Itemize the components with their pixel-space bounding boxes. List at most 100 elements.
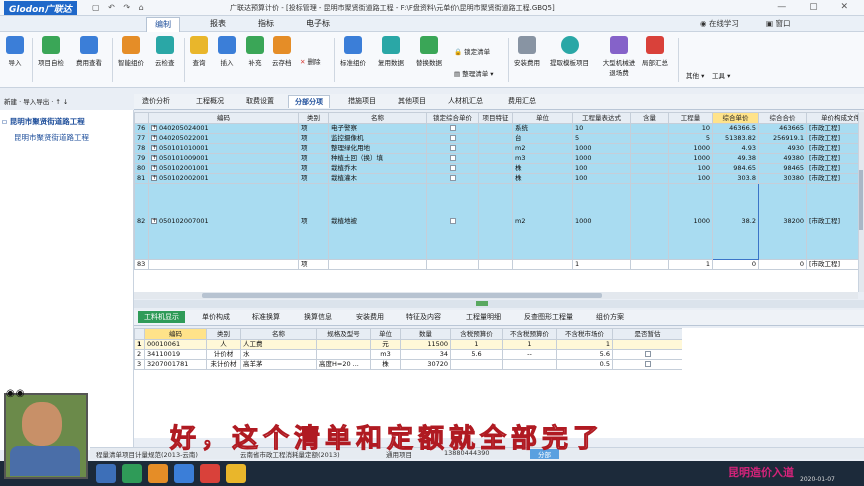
cell-qty[interactable]: 1000	[668, 143, 713, 154]
taskbar-app-icon[interactable]	[226, 464, 246, 483]
cell-unit[interactable]: 台	[512, 133, 573, 144]
cell-name[interactable]: 栽植灌木	[328, 173, 427, 184]
col-header-code[interactable]: 编码	[144, 328, 207, 340]
replace-data-button[interactable]: 替换数据	[416, 36, 442, 67]
cell-features[interactable]	[478, 123, 513, 134]
lock-checkbox[interactable]	[449, 145, 456, 151]
cell-market-price[interactable]: 1	[556, 339, 613, 350]
cell-price-incl[interactable]: 1	[450, 339, 503, 350]
col-header-content[interactable]: 含量	[630, 112, 669, 124]
cell-market-price[interactable]: 0.5	[556, 359, 613, 370]
cell-price-excl[interactable]: 1	[502, 339, 557, 350]
cell-code[interactable]: +050102002001	[148, 173, 299, 184]
cell-content[interactable]	[630, 163, 669, 174]
expand-icon[interactable]: +	[151, 165, 157, 171]
cell-qty[interactable]: 34	[400, 349, 451, 360]
cell-price[interactable]: 49.38	[712, 153, 759, 164]
cell-provisional[interactable]	[612, 359, 683, 370]
lock-checkbox[interactable]	[449, 165, 456, 171]
cell-content[interactable]	[630, 143, 669, 154]
lock-list-button[interactable]: 🔒 锁定清单	[454, 46, 490, 56]
cell-price-active[interactable]: 38.2	[712, 183, 759, 260]
online-learning-button[interactable]: ◉ 在线学习	[700, 18, 739, 29]
cell-price[interactable]: 46366.5	[712, 123, 759, 134]
col-header-tax-inclusive-price[interactable]: 含税预算价	[450, 328, 503, 340]
col-header-code[interactable]: 编码	[148, 112, 299, 124]
table-row[interactable]: 1 00010061 人 人工费 元 11500 1 1 1	[134, 339, 683, 350]
window-menu[interactable]: ▣ 窗口	[766, 18, 790, 29]
lock-checkbox[interactable]	[449, 218, 456, 224]
browser-icon[interactable]	[174, 464, 194, 483]
cell-type[interactable]: 项	[298, 183, 329, 260]
install-fee-button[interactable]: 安装费用	[514, 36, 540, 67]
tab-measures[interactable]: 措施项目	[348, 96, 376, 106]
cell-features[interactable]	[478, 133, 513, 144]
tab-features-content[interactable]: 特征及内容	[406, 312, 441, 322]
table-row[interactable]: 3 3207001781 未计价材 高羊茅 高度H=20 ... 株 30720…	[134, 359, 683, 370]
tab-standard-conversion[interactable]: 标准换算	[252, 312, 280, 322]
cell-code[interactable]: 3207001781	[144, 359, 207, 370]
col-header-type[interactable]: 类别	[206, 328, 241, 340]
expand-icon[interactable]: +	[151, 155, 157, 161]
table-row[interactable]: 81 +050102002001 项 栽植灌木 株 100 100 303.8 …	[134, 173, 858, 184]
cell-type[interactable]: 项	[298, 143, 329, 154]
partial-summary-button[interactable]: 局部汇总	[642, 36, 668, 67]
cell-content[interactable]	[630, 183, 669, 260]
lock-checkbox[interactable]	[449, 175, 456, 181]
col-header-quantity[interactable]: 工程量	[668, 112, 713, 124]
table-row[interactable]: 77 +040205022001 项 监控摄像机 台 5 5 51383.82 …	[134, 133, 858, 144]
tab-labor-material-summary[interactable]: 人材机汇总	[448, 96, 483, 106]
cell-price-excl[interactable]	[502, 359, 557, 370]
fee-view-button[interactable]: 费用查看	[76, 36, 102, 67]
quick-access-icons[interactable]: ▢ ↶ ↷ ⌂	[92, 3, 147, 12]
col-header-tax-exclusive-price[interactable]: 不含税预算价	[502, 328, 557, 340]
cloud-archive-button[interactable]: 云存档	[272, 36, 292, 67]
cell-lock[interactable]	[426, 143, 479, 154]
col-header-features[interactable]: 项目特征	[478, 112, 513, 124]
cell-expr[interactable]: 100	[572, 163, 631, 174]
cell-features[interactable]	[478, 183, 513, 260]
table-row[interactable]: 79 +050101009001 项 种植土回（换）填 m3 1000 1000…	[134, 153, 858, 164]
tools-menu[interactable]: 工具 ▾	[712, 70, 730, 80]
cell-expr[interactable]: 100	[572, 173, 631, 184]
col-header-total-price[interactable]: 综合合价	[758, 112, 807, 124]
lock-checkbox[interactable]	[449, 135, 456, 141]
cell-lock[interactable]	[426, 133, 479, 144]
col-header-spec[interactable]: 规格及型号	[316, 328, 371, 340]
tab-quantity-detail[interactable]: 工程量明细	[466, 312, 501, 322]
cell-type[interactable]: 未计价材	[206, 359, 241, 370]
cell-price[interactable]: 4.93	[712, 143, 759, 154]
cell-file[interactable]: [市政工程]	[806, 173, 858, 184]
col-header-unit-price[interactable]: 综合单价	[712, 112, 759, 124]
cell-qty[interactable]: 1000	[668, 183, 713, 260]
col-header-market-price[interactable]: 不含税市场价	[556, 328, 613, 340]
cell-type[interactable]: 项	[298, 163, 329, 174]
taskbar-app-icon[interactable]	[200, 464, 220, 483]
cell-price[interactable]: 51383.82	[712, 133, 759, 144]
cell-type[interactable]: 计价材	[206, 349, 241, 360]
cell-provisional[interactable]	[612, 339, 683, 350]
col-header-price-file[interactable]: 单价构成文件	[806, 112, 858, 124]
tab-indicators[interactable]: 指标	[258, 18, 274, 29]
cell-features[interactable]	[478, 143, 513, 154]
cell-name[interactable]: 人工费	[240, 339, 317, 350]
insert-button[interactable]: 插入	[218, 36, 236, 67]
cell-expr[interactable]: 5	[572, 133, 631, 144]
cell-expr[interactable]: 1000	[572, 143, 631, 154]
cell-qty[interactable]: 5	[668, 133, 713, 144]
cell-qty[interactable]: 100	[668, 173, 713, 184]
cell-lock[interactable]	[426, 173, 479, 184]
cell-unit[interactable]	[512, 259, 573, 270]
cell-price[interactable]: 984.65	[712, 163, 759, 174]
cell-name[interactable]: 栽植地被	[328, 183, 427, 260]
tab-labor-material-display[interactable]: 工料机显示	[138, 311, 185, 323]
cell-market-price[interactable]: 5.6	[556, 349, 613, 360]
cell-name[interactable]: 水	[240, 349, 317, 360]
cell-name[interactable]: 高羊茅	[240, 359, 317, 370]
tab-cost-analysis[interactable]: 造价分析	[142, 96, 170, 106]
cell-file[interactable]: [市政工程]	[806, 183, 858, 260]
cell-type[interactable]: 项	[298, 153, 329, 164]
cell-qty[interactable]: 30720	[400, 359, 451, 370]
cell-qty[interactable]: 100	[668, 163, 713, 174]
col-header-unit[interactable]: 单位	[370, 328, 401, 340]
